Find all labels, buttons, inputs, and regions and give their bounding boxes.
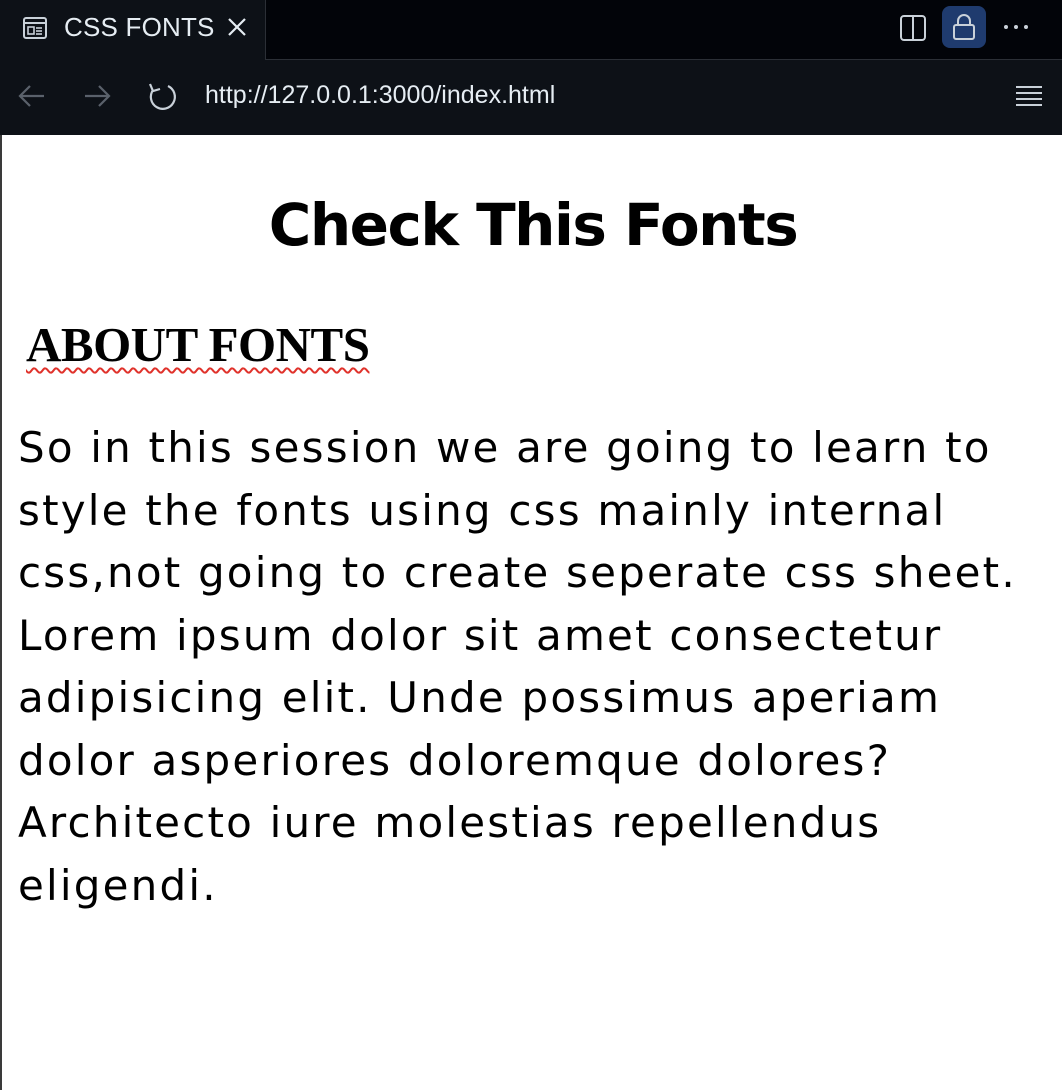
- address-bar: http://127.0.0.1:3000/index.html: [0, 60, 1062, 135]
- page-viewport: Check This Fonts ABOUT FONTS So in this …: [0, 135, 1062, 1090]
- tab-title: CSS FONTS: [64, 12, 215, 42]
- preview-icon: [22, 15, 48, 41]
- body-paragraph: So in this session we are going to learn…: [18, 423, 1017, 910]
- split-editor-icon[interactable]: [898, 13, 928, 43]
- lock-button[interactable]: [942, 6, 986, 48]
- reload-icon[interactable]: [144, 78, 180, 114]
- url-field[interactable]: http://127.0.0.1:3000/index.html: [205, 81, 555, 110]
- section-heading: ABOUT FONTS: [26, 317, 370, 372]
- forward-arrow-icon[interactable]: [79, 78, 115, 114]
- close-icon[interactable]: [224, 14, 250, 40]
- more-actions-icon[interactable]: [1000, 12, 1032, 42]
- page-title: Check This Fonts: [268, 191, 799, 259]
- tab-css-fonts[interactable]: CSS FONTS: [0, 0, 266, 61]
- tab-bar: CSS FONTS: [0, 0, 1062, 61]
- menu-icon[interactable]: [1012, 82, 1046, 112]
- back-arrow-icon[interactable]: [14, 78, 50, 114]
